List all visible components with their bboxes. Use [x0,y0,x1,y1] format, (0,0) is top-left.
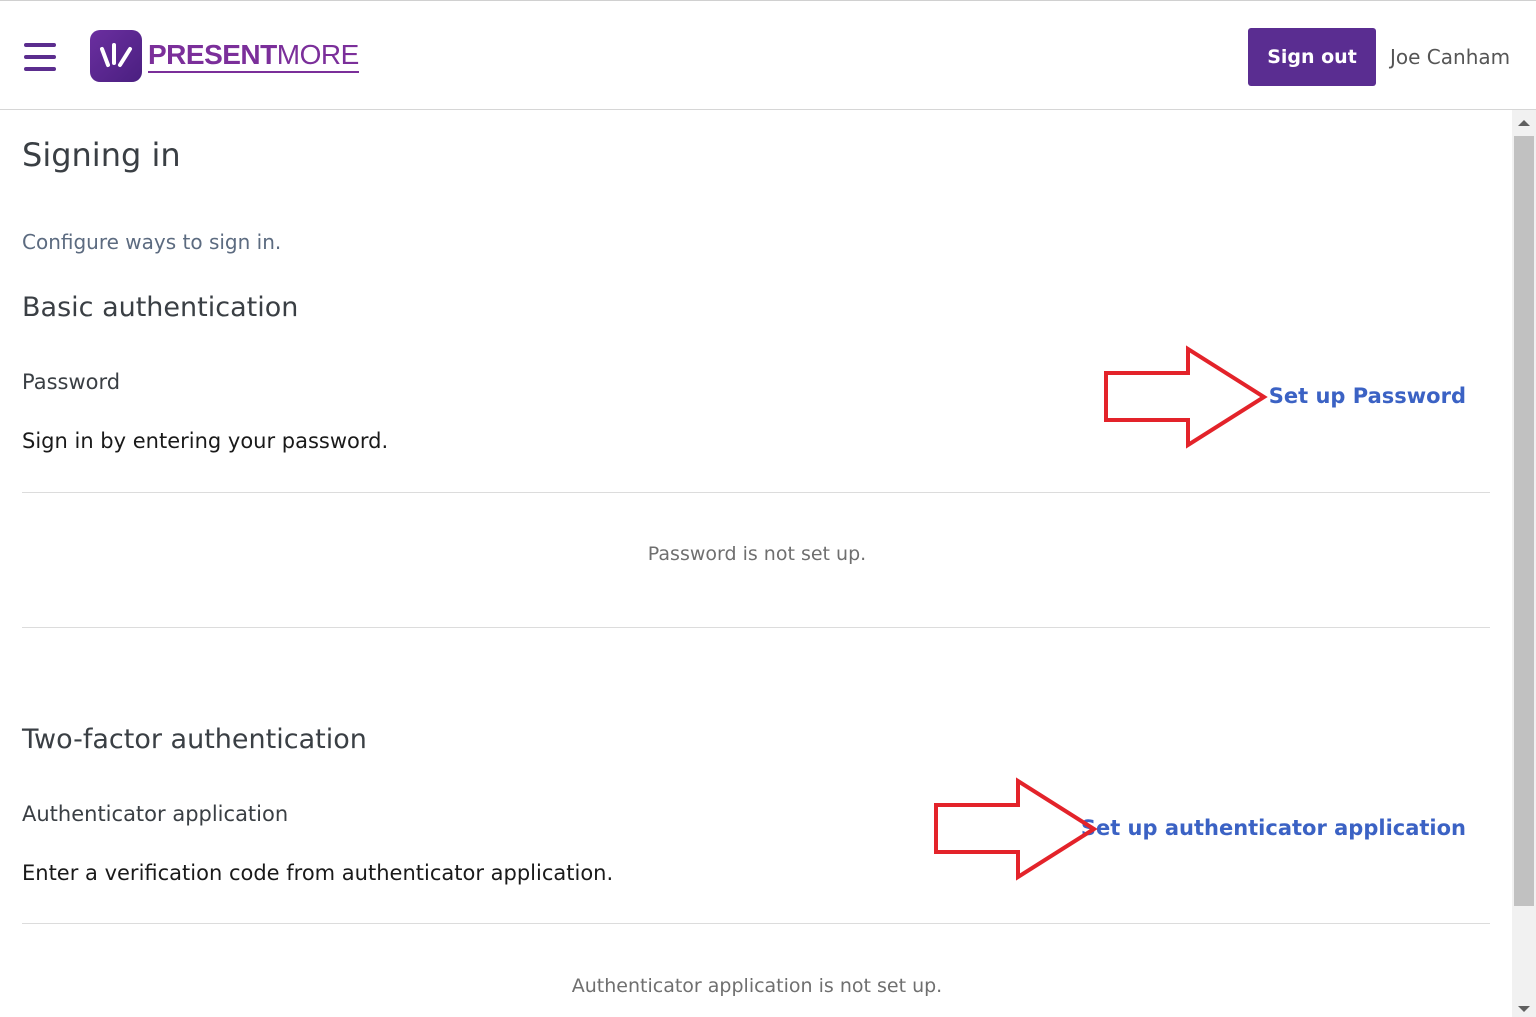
page-subtitle: Configure ways to sign in. [22,230,282,254]
top-header: PRESENTMORE Sign out Joe Canham [0,0,1536,110]
scroll-up-arrow-icon[interactable] [1518,120,1530,126]
red-outline-arrow-icon [1104,345,1268,449]
set-up-authenticator-link[interactable]: Set up authenticator application [1081,816,1466,840]
section-divider [22,923,1490,924]
authenticator-method-description: Enter a verification code from authentic… [22,861,614,885]
scroll-down-arrow-icon[interactable] [1518,1006,1530,1012]
red-outline-arrow-icon [934,777,1098,881]
brand-logo-link[interactable]: PRESENTMORE [90,30,359,82]
present-more-logo-icon [90,30,142,82]
password-status-text: Password is not set up. [647,543,867,565]
authenticator-status-text: Authenticator application is not set up. [571,975,943,997]
hamburger-line [24,43,56,47]
vertical-scrollbar[interactable] [1512,110,1536,1017]
brand-wordmark: PRESENTMORE [148,38,360,73]
brand-wordmark-bold: PRESENT [148,38,277,70]
user-name: Joe Canham [1390,45,1511,69]
sign-out-button[interactable]: Sign out [1248,28,1376,86]
hamburger-line [24,55,56,59]
brand-wordmark-light: MORE [276,38,360,70]
section-divider [22,627,1490,628]
scrollbar-thumb[interactable] [1514,136,1534,906]
authenticator-method-name: Authenticator application [22,802,289,826]
app-root: PRESENTMORE Sign out Joe Canham Signing … [0,0,1536,1017]
section-divider [22,492,1490,493]
basic-auth-section-title: Basic authentication [22,292,299,323]
page-title: Signing in [22,136,181,174]
password-method-description: Sign in by entering your password. [22,429,389,453]
hamburger-line [24,67,56,71]
two-factor-section-title: Two-factor authentication [22,724,367,755]
password-method-name: Password [22,370,121,394]
set-up-password-link[interactable]: Set up Password [1269,384,1466,408]
hamburger-menu-icon[interactable] [24,43,56,71]
